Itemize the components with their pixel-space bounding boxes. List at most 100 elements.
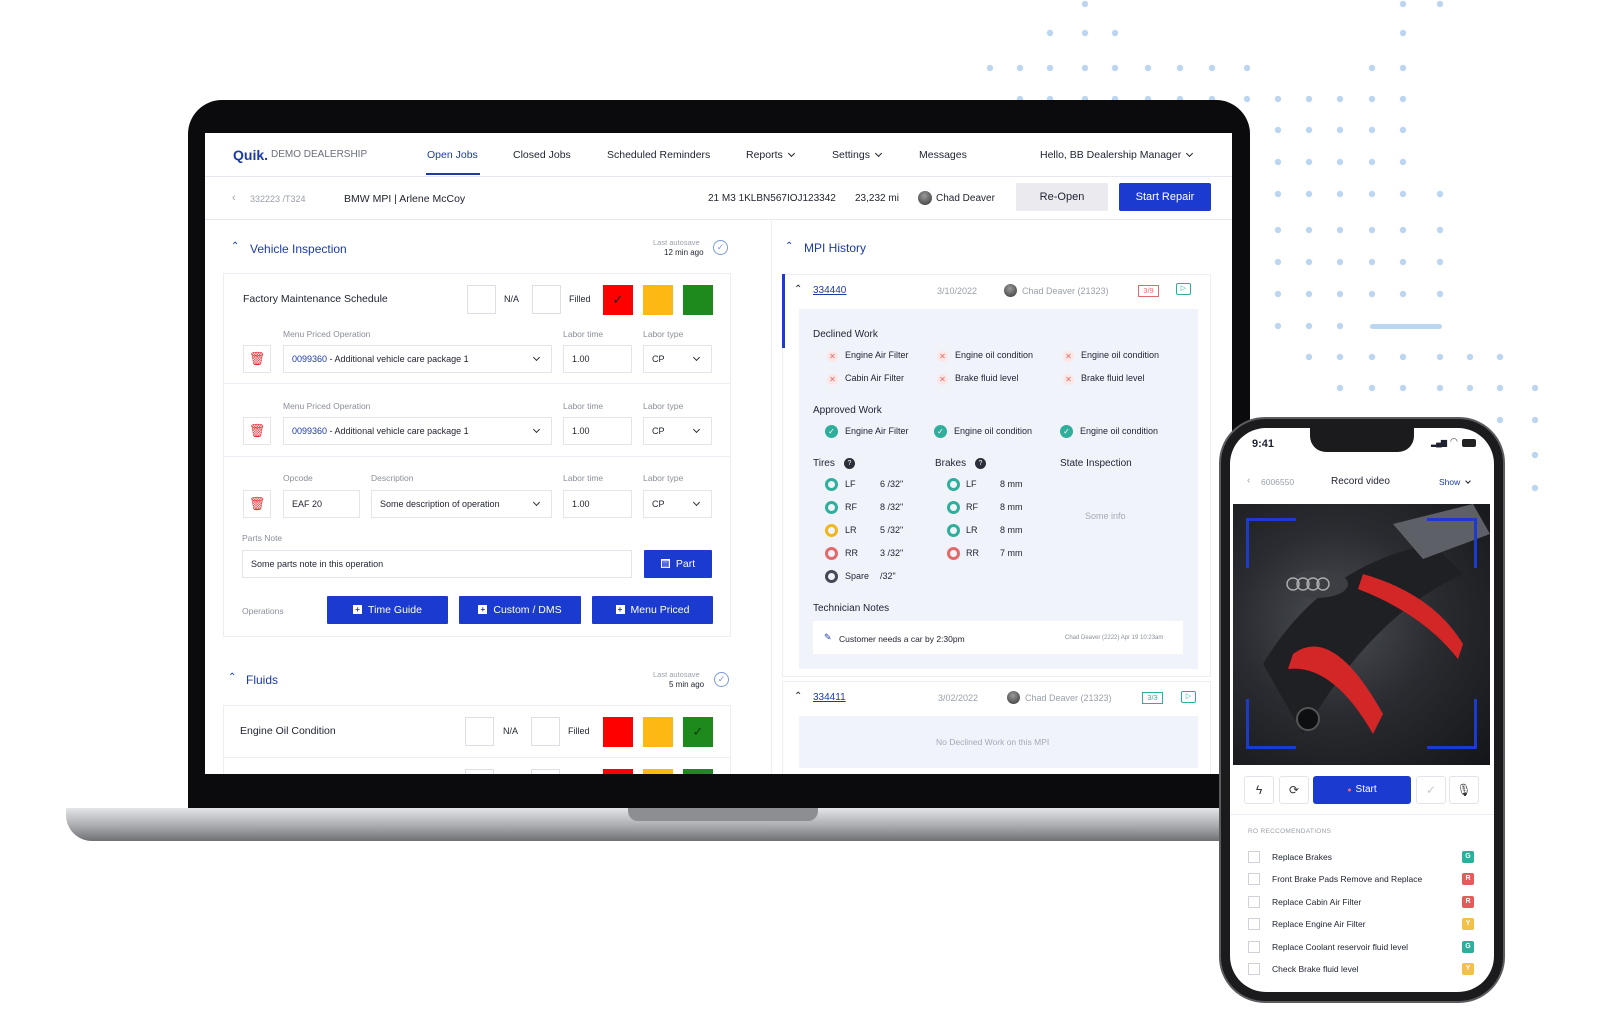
state-info: Some info [1085,511,1126,521]
show-toggle[interactable]: Show [1439,477,1472,487]
nav-closed-jobs[interactable]: Closed Jobs [513,149,571,161]
collapse-icon[interactable]: ⌃ [785,241,793,252]
op-select[interactable]: 0099360 - Additional vehicle care packag… [283,345,552,373]
start-repair-button[interactable]: Start Repair [1119,183,1211,211]
rec-checkbox[interactable] [1248,873,1260,886]
declined-item: Cabin Air Filter [845,373,905,383]
trash-icon[interactable]: 🗑 [243,490,271,518]
reopen-button[interactable]: Re-Open [1016,183,1108,211]
user-menu[interactable]: Hello, BB Dealership Manager [1040,149,1194,161]
video-icon[interactable]: ▷ [1176,283,1191,295]
mute-mic-icon[interactable]: 🎙 [1449,776,1479,804]
confirm-icon[interactable]: ✓ [1416,776,1446,804]
note-text: Customer needs a car by 2:30pm [839,634,965,644]
op-label: Menu Priced Operation [283,329,371,339]
state-inspection-title: State Inspection [1060,458,1132,469]
rec-checkbox[interactable] [1248,851,1260,863]
collapse-icon[interactable]: ⌃ [794,691,802,702]
menu-priced-button[interactable]: + Menu Priced [592,596,713,624]
autosave-check-icon: ✓ [714,672,729,687]
decorative-dot [1436,384,1444,392]
rec-checkbox[interactable] [1248,963,1260,975]
status-yellow[interactable] [643,769,673,774]
divider [224,456,730,457]
labor-time-input[interactable]: 1.00 [563,490,632,518]
time-guide-button[interactable]: + Time Guide [327,596,448,624]
rec-tag: Y [1462,963,1474,975]
trash-icon[interactable]: 🗑 [243,345,271,373]
tire-position: LF [845,479,856,489]
nav-messages[interactable]: Messages [919,149,967,161]
labor-time-input[interactable]: 1.00 [563,345,632,373]
filled-checkbox[interactable] [532,285,561,314]
tire-icon [825,547,838,560]
custom-dms-button[interactable]: + Custom / DMS [459,596,581,624]
rec-checkbox[interactable] [1248,918,1260,931]
brake-position: RF [966,502,978,512]
status-green[interactable] [683,769,713,774]
video-icon[interactable]: ▷ [1181,691,1196,703]
mileage: 23,232 mi [855,193,899,204]
filled-checkbox[interactable] [531,769,560,774]
empty-message: No Declined Work on this MPI [936,737,1050,747]
status-red[interactable] [603,717,633,747]
labor-type-select[interactable]: CP [643,345,712,373]
nav-settings[interactable]: Settings [832,149,882,161]
brake-icon [947,524,960,537]
history-id-link[interactable]: 334411 [813,692,846,703]
filled-checkbox[interactable] [531,717,560,746]
collapse-icon[interactable]: ⌃ [231,241,239,252]
labor-type-select[interactable]: CP [643,490,712,518]
menu-priced-label: Menu Priced [630,604,690,616]
status-red-selected[interactable]: ✓ [603,285,633,315]
op-select[interactable]: 0099360 - Additional vehicle care packag… [283,417,552,445]
decorative-dot [1305,258,1313,266]
brake-icon [947,501,960,514]
nav-scheduled-reminders[interactable]: Scheduled Reminders [607,149,710,161]
part-button[interactable]: ▤ Part [644,550,712,578]
status-green[interactable] [683,285,713,315]
rec-checkbox[interactable] [1248,940,1260,953]
pencil-icon[interactable]: ✎ [824,632,832,643]
status-green-selected[interactable]: ✓ [683,717,713,747]
status-yellow[interactable] [643,285,673,315]
switch-camera-icon[interactable]: ⟳ [1279,776,1309,804]
history-id-link[interactable]: 334440 [813,285,846,296]
description-select[interactable]: Some description of operation [371,490,552,518]
decorative-dot [1399,29,1407,37]
decorative-dot [1531,451,1539,459]
decorative-dot [1399,258,1407,266]
back-icon[interactable]: ‹ [1247,475,1250,486]
nav-reports[interactable]: Reports [746,149,795,161]
rec-label: Replace Brakes [1272,852,1333,862]
labor-type-value: CP [652,499,665,509]
start-record-button[interactable]: ● Start [1313,776,1411,804]
na-checkbox[interactable] [467,285,496,314]
top-nav: Quik. DEMO DEALERSHIP Open Jobs Closed J… [205,133,1232,177]
help-icon[interactable]: ? [975,458,986,469]
na-label: N/A [503,726,519,736]
trash-icon[interactable]: 🗑 [243,417,271,445]
decorative-dot [1046,64,1054,72]
labor-time-input[interactable]: 1.00 [563,417,632,445]
rec-checkbox[interactable] [1248,895,1260,908]
opcode-input[interactable]: EAF 20 [283,490,360,518]
decorative-dot [1399,384,1407,392]
decorative-dot [1466,384,1474,392]
flash-icon[interactable]: ϟ [1244,776,1274,804]
na-checkbox[interactable] [465,769,494,774]
brand-logo[interactable]: Quik. [233,147,268,163]
labor-type-select[interactable]: CP [643,417,712,445]
status-yellow[interactable] [643,717,673,747]
chevron-down-icon [1186,149,1194,158]
nav-open-jobs[interactable]: Open Jobs [427,149,478,161]
na-checkbox[interactable] [465,717,494,746]
collapse-icon[interactable]: ⌃ [228,672,236,683]
back-icon[interactable]: ‹ [232,192,236,204]
help-icon[interactable]: ? [844,458,855,469]
parts-note-input[interactable]: Some parts note in this operation [242,550,632,578]
status-red[interactable] [603,769,633,774]
na-label: N/A [504,294,520,304]
collapse-icon[interactable]: ⌃ [794,284,802,295]
rec-tag: G [1462,851,1474,863]
